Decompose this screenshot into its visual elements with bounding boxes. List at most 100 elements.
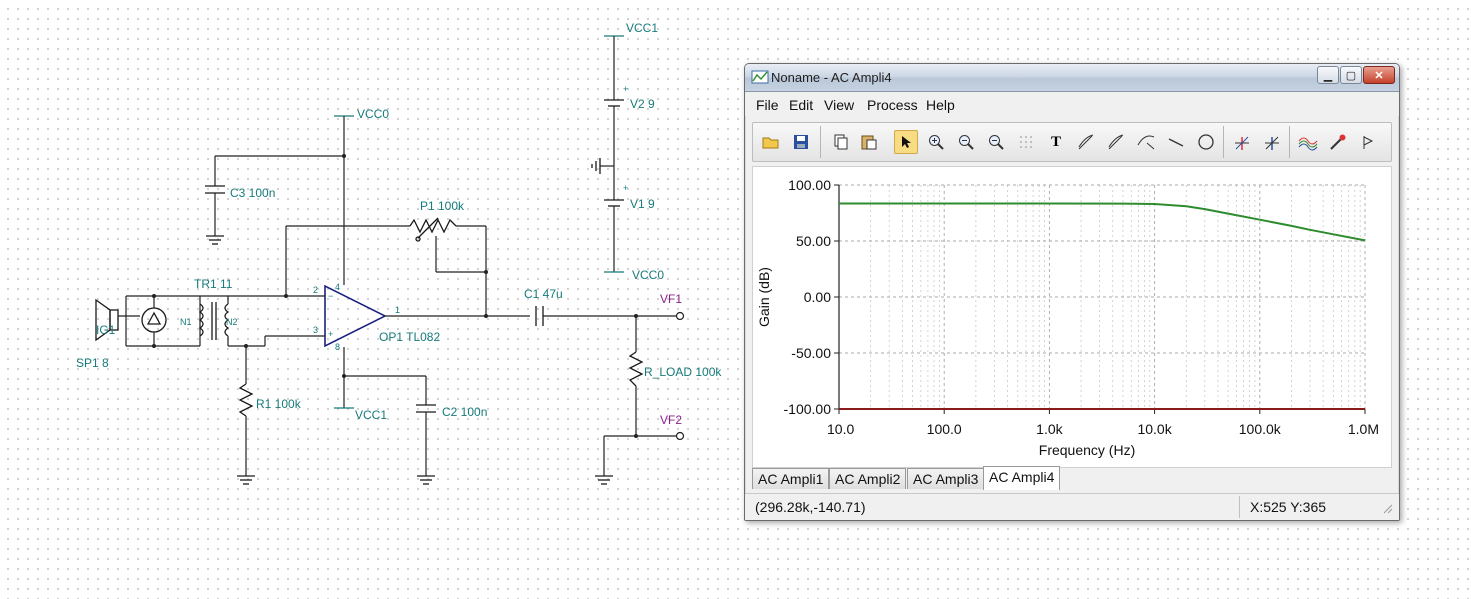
- y-axis-label: Gain (dB): [756, 267, 772, 327]
- output-vf1-terminal[interactable]: [675, 311, 685, 321]
- x-tick-label: 100.0k: [1239, 421, 1282, 437]
- signal-source-ig1[interactable]: [141, 307, 167, 333]
- label-sp1: SP1 8: [76, 356, 109, 370]
- grid-icon[interactable]: [1014, 130, 1038, 154]
- menu-edit[interactable]: Edit: [789, 97, 813, 113]
- save-icon[interactable]: [789, 130, 813, 154]
- v1-plus: +: [623, 183, 628, 193]
- x-tick-label: 10.0: [827, 421, 854, 437]
- zoom-out-icon[interactable]: [954, 130, 978, 154]
- zoom-in-icon[interactable]: [924, 130, 948, 154]
- cursor-a-icon[interactable]: [1074, 130, 1098, 154]
- label-op1: OP1 TL082: [379, 330, 440, 344]
- status-divider: [1239, 496, 1240, 518]
- label-r1: R1 100k: [256, 397, 302, 411]
- capacitor-c2[interactable]: [416, 376, 436, 485]
- ground-mid: [591, 158, 614, 174]
- analysis-window[interactable]: Noname - AC Ampli4 ▁ ▢ ✕ File Edit View …: [744, 63, 1400, 521]
- circle-icon[interactable]: [1194, 130, 1218, 154]
- y-tick-label: 50.00: [796, 233, 831, 249]
- opamp-minus: −: [328, 291, 333, 301]
- battery-v2[interactable]: [604, 35, 624, 200]
- paste-icon[interactable]: [857, 130, 881, 154]
- label-vf1: VF1: [660, 292, 682, 306]
- transformer-tr1[interactable]: [198, 302, 230, 340]
- pin-8: 8: [335, 342, 340, 352]
- x-tick-label: 10.0k: [1137, 421, 1172, 437]
- label-v1: V1 9: [630, 197, 655, 211]
- menu-view[interactable]: View: [824, 97, 854, 113]
- menu-bar: File Edit View Process Help: [745, 92, 1399, 116]
- gain-series-line: [839, 202, 1366, 242]
- output-vf2-terminal[interactable]: [675, 431, 685, 441]
- opamp-op1[interactable]: [324, 284, 387, 348]
- open-icon[interactable]: [759, 130, 783, 154]
- label-vcc1-bottom: VCC1: [355, 408, 387, 422]
- label-p1: P1 100k: [420, 199, 465, 213]
- potentiometer-p1[interactable]: [409, 217, 457, 242]
- close-button[interactable]: ✕: [1363, 66, 1395, 84]
- label-c1: C1 47u: [524, 287, 563, 301]
- toolbar-separator: [1223, 126, 1224, 158]
- label-c2: C2 100n: [442, 405, 487, 419]
- title-bar[interactable]: Noname - AC Ampli4 ▁ ▢ ✕: [745, 64, 1399, 92]
- toolbar-separator: [1289, 126, 1290, 158]
- pin-2: 2: [313, 285, 318, 295]
- pin-1: 1: [395, 305, 400, 315]
- status-cursor-value: (296.28k,-140.71): [755, 499, 866, 515]
- pin-4: 4: [335, 282, 340, 292]
- tangent-icon[interactable]: [1134, 130, 1158, 154]
- cursor-b-icon[interactable]: [1104, 130, 1128, 154]
- y-tick-label: 100.00: [788, 177, 831, 193]
- x-tick-label: 1.0M: [1348, 421, 1379, 437]
- capacitor-c3[interactable]: [205, 156, 225, 245]
- resistor-r-load[interactable]: [628, 316, 644, 436]
- toolbar-separator: [820, 126, 821, 158]
- copy-icon[interactable]: [829, 130, 853, 154]
- resistor-r1[interactable]: [237, 346, 255, 485]
- minimize-button[interactable]: ▁: [1317, 66, 1339, 84]
- tab-ac-ampli2[interactable]: AC Ampli2: [829, 468, 907, 489]
- zoom-100-icon[interactable]: [984, 130, 1008, 154]
- resize-grip-icon[interactable]: [1381, 502, 1393, 514]
- menu-help[interactable]: Help: [926, 97, 955, 113]
- tab-ac-ampli3[interactable]: AC Ampli3: [907, 468, 985, 489]
- label-r-load: R_LOAD 100k: [644, 365, 722, 379]
- x-axis-label: Frequency (Hz): [1039, 442, 1135, 458]
- y-tick-label: -100.00: [784, 401, 832, 417]
- app-icon: [751, 70, 769, 84]
- status-bar: (296.28k,-140.71) X:525 Y:365: [745, 493, 1399, 520]
- label-vcc0-top: VCC0: [357, 107, 389, 121]
- label-n1: N1: [180, 317, 192, 327]
- window-title: Noname - AC Ampli4: [771, 70, 892, 85]
- marker-b-icon[interactable]: [1260, 130, 1284, 154]
- menu-process[interactable]: Process: [867, 97, 918, 113]
- gain-chart[interactable]: 100.00 50.00 0.00 -50.00 -100.00 10.0 100.0 1.0…: [752, 166, 1392, 468]
- label-vcc0-bottom: VCC0: [632, 268, 664, 282]
- battery-v1[interactable]: [604, 199, 624, 273]
- pointer-icon[interactable]: [894, 130, 918, 154]
- toolbar: T: [752, 122, 1392, 162]
- capacitor-c1[interactable]: [535, 306, 544, 326]
- pin-3: 3: [313, 325, 318, 335]
- probe-icon[interactable]: [1326, 130, 1350, 154]
- y-tick-label: -50.00: [791, 345, 831, 361]
- label-vcc1-top: VCC1: [626, 21, 658, 35]
- x-tick-label: 100.0: [927, 421, 962, 437]
- label-n2: N2: [226, 317, 238, 327]
- opamp-plus: +: [328, 329, 333, 339]
- schematic-canvas[interactable]: + + − + VCC1 V2 9 V1 9 VCC0 VCC0 C3 100n…: [0, 0, 740, 599]
- maximize-button[interactable]: ▢: [1340, 66, 1362, 84]
- v2-plus: +: [623, 84, 628, 94]
- label-v2: V2 9: [630, 97, 655, 111]
- menu-file[interactable]: File: [756, 97, 779, 113]
- curves-icon[interactable]: [1296, 130, 1320, 154]
- tab-ac-ampli4[interactable]: AC Ampli4: [983, 466, 1061, 490]
- y-tick-label: 0.00: [804, 289, 831, 305]
- flag-icon[interactable]: [1356, 130, 1380, 154]
- tab-ac-ampli1[interactable]: AC Ampli1: [752, 468, 830, 489]
- marker-a-icon[interactable]: [1230, 130, 1254, 154]
- text-icon[interactable]: T: [1044, 130, 1068, 154]
- line-icon[interactable]: [1164, 130, 1188, 154]
- x-tick-label: 1.0k: [1036, 421, 1063, 437]
